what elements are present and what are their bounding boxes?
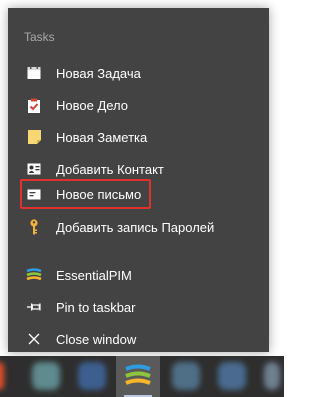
- task-label: Новое Дело: [56, 97, 129, 113]
- calendar-icon: [26, 65, 42, 81]
- app-label: EssentialPIM: [56, 267, 132, 283]
- section-title-tasks: Tasks: [24, 30, 55, 44]
- clipboard-check-icon: [26, 97, 42, 113]
- highlight-box: [20, 179, 151, 209]
- taskbar-app-button[interactable]: [210, 356, 254, 397]
- key-icon: [26, 219, 42, 235]
- taskbar-app-button[interactable]: [24, 356, 68, 397]
- task-new-task[interactable]: Новая Задача: [8, 57, 269, 89]
- app-label: Close window: [56, 331, 137, 347]
- essentialpim-logo-icon: [26, 267, 42, 283]
- task-label: Добавить Контакт: [56, 161, 164, 177]
- essentialpim-logo-icon: [125, 364, 151, 393]
- task-add-password[interactable]: Добавить запись Паролей: [8, 211, 269, 243]
- task-new-todo[interactable]: Новое Дело: [8, 89, 269, 121]
- app-label: Pin to taskbar: [56, 299, 136, 315]
- app-essentialpim[interactable]: EssentialPIM: [8, 259, 269, 291]
- task-new-note[interactable]: Новая Заметка: [8, 121, 269, 153]
- task-label: Новая Задача: [56, 65, 141, 81]
- pin-icon: [26, 299, 42, 315]
- taskbar-app-button[interactable]: [256, 356, 284, 397]
- close-icon: [26, 331, 42, 347]
- contact-card-icon: [26, 161, 42, 177]
- taskbar: [0, 356, 284, 397]
- taskbar-app-button[interactable]: [0, 356, 24, 397]
- taskbar-app-button[interactable]: [164, 356, 208, 397]
- taskbar-essentialpim-button[interactable]: [116, 356, 160, 397]
- task-label: Добавить запись Паролей: [56, 219, 215, 235]
- jump-list-menu: Tasks Новая Задача Новое Дело Новая Заме…: [8, 8, 269, 352]
- pin-to-taskbar[interactable]: Pin to taskbar: [8, 291, 269, 323]
- close-window[interactable]: Close window: [8, 323, 269, 355]
- task-label: Новая Заметка: [56, 129, 148, 145]
- note-icon: [26, 129, 42, 145]
- taskbar-app-button[interactable]: [70, 356, 114, 397]
